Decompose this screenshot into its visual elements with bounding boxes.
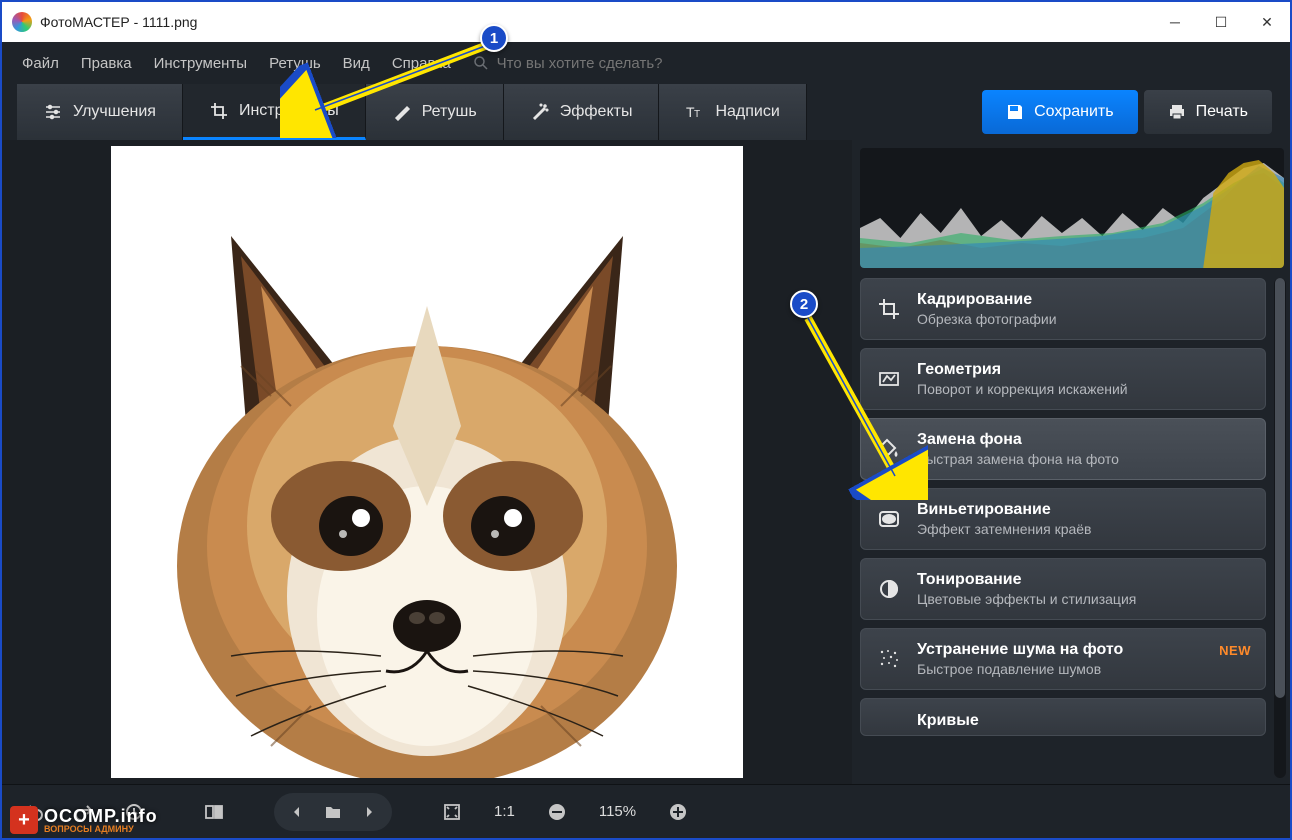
svg-text:T: T [694,109,700,120]
tool-title: Кривые [917,712,979,730]
tab-text[interactable]: TT Надписи [659,84,806,140]
menu-view[interactable]: Вид [333,49,380,78]
canvas-area [2,140,852,784]
sliders-icon [43,102,63,122]
zoom-in-button[interactable] [658,793,698,831]
save-icon [1006,103,1024,121]
save-label: Сохранить [1034,103,1114,121]
geometry-icon [875,365,903,393]
tab-instruments[interactable]: Инструменты [183,84,366,140]
menu-help[interactable]: Справка [382,49,461,78]
tone-icon [875,575,903,603]
tool-desc: Быстрое подавление шумов [917,661,1123,677]
tool-title: Замена фона [917,431,1119,449]
histogram[interactable] [860,148,1284,268]
tool-desc: Поворот и коррекция искажений [917,381,1128,397]
callout-2: 2 [790,290,818,318]
tool-crop[interactable]: Кадрирование Обрезка фотографии [860,278,1266,340]
fit-label[interactable]: 1:1 [482,803,527,820]
menu-retouch[interactable]: Ретушь [259,49,331,78]
menu-file[interactable]: Файл [12,49,69,78]
right-panel: Кадрирование Обрезка фотографии Геометри… [852,140,1290,784]
tool-list: Кадрирование Обрезка фотографии Геометри… [860,278,1284,736]
scroll-thumb[interactable] [1275,278,1285,698]
tool-curves[interactable]: Кривые [860,698,1266,736]
tool-vignette[interactable]: Виньетирование Эффект затемнения краёв [860,488,1266,550]
watermark: + OCOMP.info ВОПРОСЫ АДМИНУ [10,806,158,834]
tab-retouch[interactable]: Ретушь [366,84,504,140]
window-title: ФотоМАСТЕР - 1111.png [40,14,1152,30]
tool-title: Кадрирование [917,291,1057,309]
brush-icon [392,102,412,122]
noise-icon [875,645,903,673]
tab-enhancements[interactable]: Улучшения [17,84,183,140]
maximize-button[interactable]: ☐ [1198,6,1244,38]
save-button[interactable]: Сохранить [982,90,1138,134]
app-icon [12,12,32,32]
tool-geometry[interactable]: Геометрия Поворот и коррекция искажений [860,348,1266,410]
tab-label: Инструменты [239,102,339,120]
prev-image-button[interactable] [280,797,314,827]
crop-icon [209,101,229,121]
search-input[interactable] [497,55,757,72]
compare-button[interactable] [194,793,234,831]
tab-label: Ретушь [422,103,477,121]
tool-denoise[interactable]: Устранение шума на фото Быстрое подавлен… [860,628,1266,690]
tab-label: Улучшения [73,103,156,121]
nav-group [274,793,392,831]
tool-desc: Эффект затемнения краёв [917,521,1092,537]
menu-edit[interactable]: Правка [71,49,142,78]
bottom-bar: 1:1 115% [2,784,1290,838]
tool-replace-bg[interactable]: Замена фона Быстрая замена фона на фото [860,418,1266,480]
watermark-sub: ВОПРОСЫ АДМИНУ [44,825,158,834]
watermark-main: OCOMP.info [44,807,158,825]
fit-screen-button[interactable] [432,793,472,831]
tool-title: Виньетирование [917,501,1092,519]
title-bar: ФотоМАСТЕР - 1111.png ─ ☐ ✕ [2,2,1290,42]
panel-scrollbar[interactable] [1274,278,1286,778]
tool-desc: Обрезка фотографии [917,311,1057,327]
tool-desc: Быстрая замена фона на фото [917,451,1119,467]
zoom-level: 115% [587,803,648,820]
vignette-icon [875,505,903,533]
tab-label: Эффекты [560,103,633,121]
main-area: Кадрирование Обрезка фотографии Геометри… [2,140,1290,784]
menu-bar: Файл Правка Инструменты Ретушь Вид Справ… [2,42,1290,84]
tool-title: Устранение шума на фото [917,641,1123,659]
tab-label: Надписи [715,103,779,121]
watermark-badge: + [10,806,38,834]
zoom-out-button[interactable] [537,793,577,831]
close-button[interactable]: ✕ [1244,6,1290,38]
image-canvas[interactable] [111,146,743,778]
text-icon: TT [685,102,705,122]
tool-desc: Цветовые эффекты и стилизация [917,591,1136,607]
tool-tone[interactable]: Тонирование Цветовые эффекты и стилизаци… [860,558,1266,620]
callout-1: 1 [480,24,508,52]
wand-icon [530,102,550,122]
toolbar: Улучшения Инструменты Ретушь Эффекты TT … [2,84,1290,140]
print-icon [1168,103,1186,121]
tab-effects[interactable]: Эффекты [504,84,660,140]
new-badge: NEW [1219,643,1251,658]
crop-icon [875,295,903,323]
bucket-icon [875,435,903,463]
tool-title: Геометрия [917,361,1128,379]
search-icon [473,55,489,71]
tool-title: Тонирование [917,571,1136,589]
print-label: Печать [1196,103,1248,121]
menu-tools[interactable]: Инструменты [144,49,258,78]
open-folder-button[interactable] [316,797,350,827]
minimize-button[interactable]: ─ [1152,6,1198,38]
next-image-button[interactable] [352,797,386,827]
print-button[interactable]: Печать [1144,90,1272,134]
curves-icon [875,707,903,735]
